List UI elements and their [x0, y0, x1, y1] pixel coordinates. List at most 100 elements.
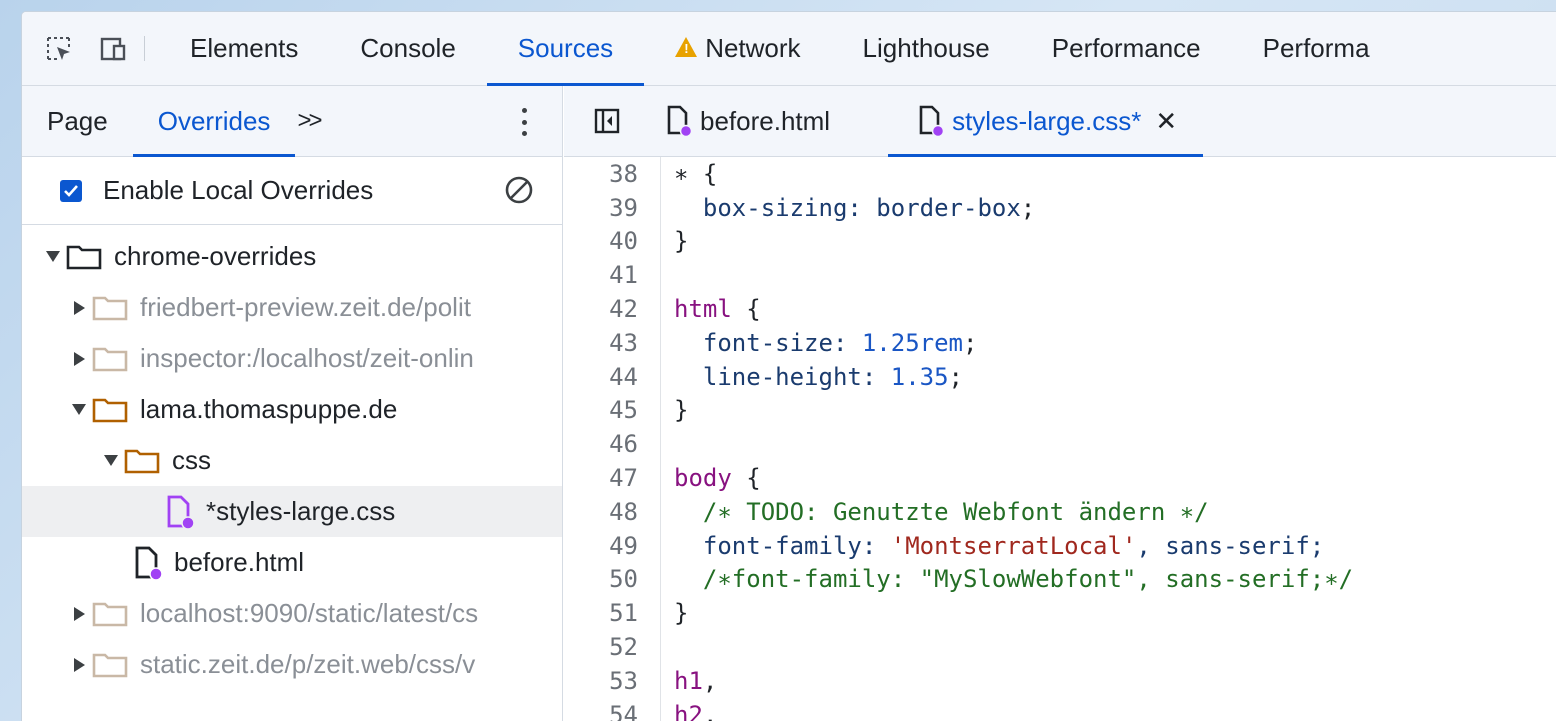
- code-token: line-height:: [674, 362, 891, 391]
- code-token: }: [674, 599, 689, 628]
- clear-overrides-icon[interactable]: [504, 175, 534, 205]
- line-number: 46: [609, 430, 638, 459]
- editor-tab-styles-large-css[interactable]: styles-large.css* ✕: [888, 86, 1204, 157]
- code-token: font-family:: [674, 531, 891, 560]
- tab-label: Network: [705, 33, 801, 63]
- code-line[interactable]: 40}: [564, 225, 1556, 259]
- code-token: ;: [963, 328, 978, 357]
- tab-page[interactable]: Page: [22, 86, 133, 156]
- tab-performance-insights[interactable]: Performa: [1232, 12, 1370, 85]
- folder-icon: [66, 245, 102, 269]
- code-line[interactable]: 42 html {: [564, 292, 1556, 326]
- folder-icon: [92, 653, 128, 677]
- code-token: border-box: [876, 193, 1021, 222]
- code-token: 1.35: [890, 362, 949, 391]
- tab-console[interactable]: Console: [329, 12, 486, 85]
- tree-item-label: static.zeit.de/p/zeit.web/css/v: [140, 649, 476, 679]
- more-options-icon[interactable]: [520, 108, 528, 136]
- code-token: , sans-serif;: [1136, 531, 1325, 560]
- code-text: font-size: 1.25rem;: [648, 328, 978, 357]
- code-line[interactable]: 43 font-size: 1.25rem;: [564, 326, 1556, 360]
- code-text: /∗font-family: "MySlowWebfont", sans-ser…: [648, 565, 1353, 593]
- code-content[interactable]: 38 ∗ {39 box-sizing: border-box; 40} 41 42 ht…: [564, 157, 1556, 721]
- code-token: ∗ {: [674, 159, 718, 188]
- tree-item-folder[interactable]: inspector:/localhost/zeit-onlin: [22, 333, 562, 384]
- tree-item-chrome-overrides[interactable]: chrome-overrides: [22, 231, 562, 282]
- file-override-icon: [167, 495, 195, 529]
- expand-arrow-icon[interactable]: [46, 251, 60, 262]
- folder-icon: [92, 602, 128, 626]
- more-tabs-label: >>: [297, 107, 322, 134]
- code-token: ,: [702, 666, 718, 695]
- collapse-arrow-icon[interactable]: [74, 351, 85, 366]
- tab-sources[interactable]: Sources: [486, 12, 645, 86]
- collapse-arrow-icon[interactable]: [74, 657, 85, 672]
- folder-icon: [92, 347, 128, 371]
- code-line[interactable]: 50 /∗font-family: "MySlowWebfont", sans-…: [564, 563, 1556, 597]
- tab-elements[interactable]: Elements: [159, 12, 329, 85]
- navigator-tabs: Page Overrides >>: [22, 86, 562, 157]
- file-override-icon: [667, 105, 693, 137]
- line-number: 41: [609, 261, 638, 290]
- tab-lighthouse[interactable]: Lighthouse: [832, 12, 1021, 85]
- code-line[interactable]: 51}: [564, 596, 1556, 630]
- code-line[interactable]: 38 ∗ {: [564, 157, 1556, 191]
- line-number: 47: [609, 464, 638, 493]
- main-toolbar: Elements Console Sources ! Network Light…: [22, 12, 1556, 86]
- code-text: }: [648, 227, 688, 255]
- code-line[interactable]: 52: [564, 630, 1556, 664]
- code-line[interactable]: 53 h1,: [564, 664, 1556, 698]
- file-override-icon: [135, 546, 163, 580]
- code-token: body: [674, 464, 732, 493]
- tab-network[interactable]: ! Network: [644, 12, 831, 85]
- editor-tab-before-html[interactable]: before.html: [650, 86, 856, 156]
- close-tab-icon[interactable]: ✕: [1155, 106, 1177, 137]
- line-number: 45: [609, 396, 638, 425]
- code-token: font-size:: [674, 328, 862, 357]
- device-toolbar-icon[interactable]: [86, 12, 140, 85]
- code-line[interactable]: 54 h2,: [564, 698, 1556, 721]
- code-line[interactable]: 46: [564, 427, 1556, 461]
- collapse-arrow-icon[interactable]: [74, 606, 85, 621]
- tree-item-folder[interactable]: lama.thomaspuppe.de: [22, 384, 562, 435]
- code-line[interactable]: 49 font-family: 'MontserratLocal', sans-…: [564, 529, 1556, 563]
- code-editor: before.html styles-large.css* ✕ 38 ∗ {39 …: [564, 86, 1556, 721]
- tree-item-folder[interactable]: css: [22, 435, 562, 486]
- code-token: ,: [702, 700, 718, 721]
- code-text: }: [648, 599, 688, 627]
- tab-performance[interactable]: Performance: [1021, 12, 1232, 85]
- tab-label: Performa: [1262, 33, 1370, 63]
- tree-item-folder[interactable]: localhost:9090/static/latest/cs: [22, 588, 562, 639]
- enable-overrides-checkbox[interactable]: [60, 179, 82, 202]
- inspect-element-icon[interactable]: [32, 12, 86, 85]
- code-token: h2: [674, 700, 703, 721]
- tree-item-file[interactable]: before.html: [22, 537, 562, 588]
- code-line[interactable]: 41: [564, 258, 1556, 292]
- code-token: /∗font-family: "MySlowWebfont", sans-ser…: [674, 565, 1354, 594]
- tree-item-label: inspector:/localhost/zeit-onlin: [140, 343, 474, 373]
- devtools-window: Elements Console Sources ! Network Light…: [22, 12, 1556, 721]
- tree-item-folder[interactable]: static.zeit.de/p/zeit.web/css/v: [22, 639, 562, 690]
- more-tabs-button[interactable]: >>: [295, 86, 322, 156]
- tab-overrides[interactable]: Overrides: [132, 86, 296, 157]
- tree-item-label: before.html: [174, 547, 305, 577]
- line-number: 39: [609, 193, 638, 222]
- expand-arrow-icon[interactable]: [104, 455, 118, 466]
- code-line[interactable]: 39 box-sizing: border-box;: [564, 191, 1556, 225]
- line-number: 40: [609, 227, 638, 256]
- line-number: 53: [609, 666, 638, 695]
- collapse-arrow-icon[interactable]: [74, 300, 85, 315]
- editor-tab-label: styles-large.css*: [952, 105, 1142, 136]
- file-override-icon: [919, 105, 945, 137]
- code-line[interactable]: 45}: [564, 394, 1556, 428]
- code-line[interactable]: 47 body {: [564, 461, 1556, 495]
- code-line[interactable]: 44 line-height: 1.35;: [564, 360, 1556, 394]
- toggle-navigator-icon[interactable]: [564, 86, 650, 156]
- tree-item-file[interactable]: *styles-large.css: [22, 486, 562, 537]
- code-token: }: [674, 396, 689, 425]
- code-text: /∗ TODO: Genutzte Webfont ändern ∗/: [648, 498, 1209, 526]
- editor-tabs: before.html styles-large.css* ✕: [564, 86, 1556, 157]
- tree-item-folder[interactable]: friedbert-preview.zeit.de/polit: [22, 282, 562, 333]
- expand-arrow-icon[interactable]: [72, 404, 86, 415]
- code-line[interactable]: 48 /∗ TODO: Genutzte Webfont ändern ∗/: [564, 495, 1556, 529]
